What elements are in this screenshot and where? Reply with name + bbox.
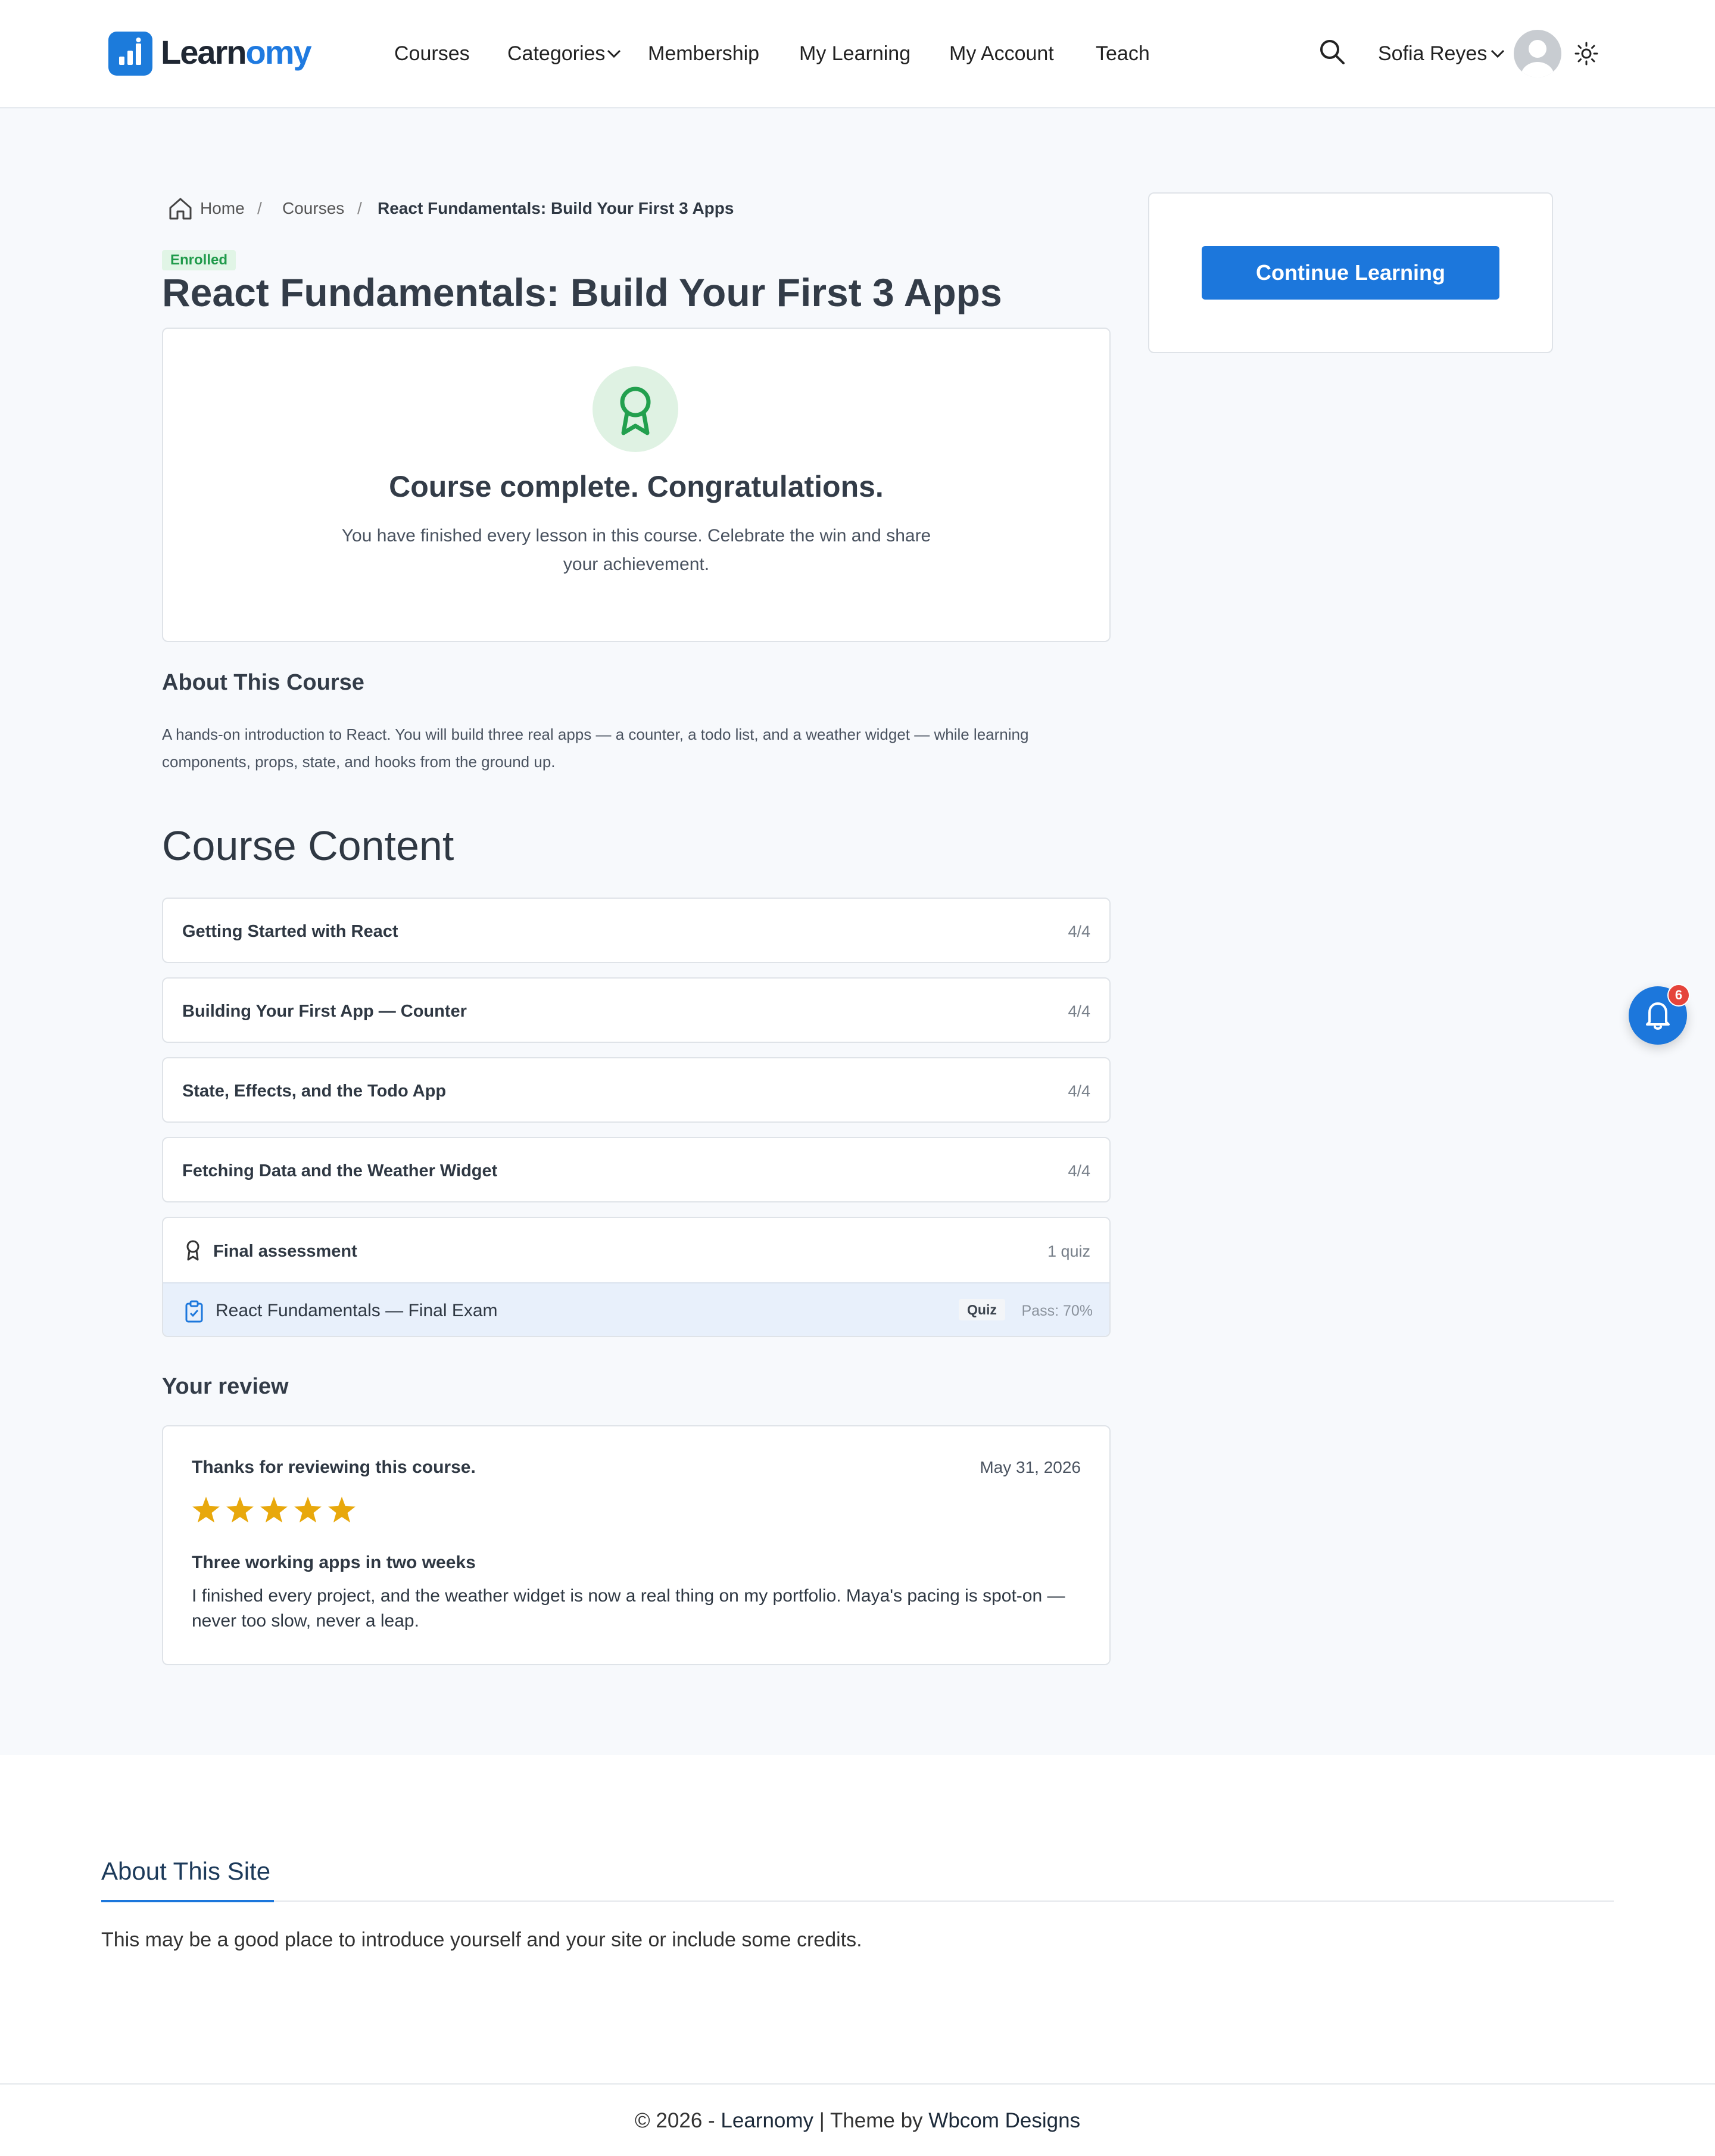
review-title: Three working apps in two weeks (192, 1553, 476, 1572)
footer-theme-link[interactable]: Wbcom Designs (928, 2109, 1080, 2132)
quiz-type-badge: Quiz (959, 1299, 1005, 1320)
medal-icon (593, 366, 678, 452)
star-rating (192, 1496, 370, 1531)
award-icon (183, 1238, 202, 1262)
star-icon (328, 1497, 356, 1523)
review-date: May 31, 2026 (980, 1458, 1081, 1476)
quiz-lesson-title: React Fundamentals — Final Exam (216, 1301, 498, 1320)
continue-learning-button[interactable]: Continue Learning (1202, 246, 1499, 300)
breadcrumb-home[interactable]: Home (200, 198, 245, 219)
star-icon (260, 1497, 288, 1523)
breadcrumb-courses[interactable]: Courses (282, 198, 344, 219)
section-row[interactable]: Fetching Data and the Weather Widget 4/4 (162, 1137, 1111, 1202)
section-progress: 4/4 (1068, 1082, 1090, 1100)
completion-description: You have finished every lesson in this c… (341, 526, 931, 574)
star-icon (226, 1497, 254, 1523)
final-assessment-count: 1 quiz (1047, 1242, 1090, 1260)
nav-my-account[interactable]: My Account (949, 40, 1054, 67)
star-icon (294, 1497, 322, 1523)
about-course-heading: About This Course (162, 670, 364, 695)
quiz-pass-threshold: Pass: 70% (1021, 1303, 1093, 1319)
review-body: I finished every project, and the weathe… (192, 1586, 1065, 1631)
copyright-prefix: © 2026 - (634, 2109, 721, 2132)
page-title: React Fundamentals: Build Your First 3 A… (162, 270, 1002, 314)
section-progress: 4/4 (1068, 1162, 1090, 1180)
completion-title: Course complete. Congratulations. (389, 470, 884, 503)
footer-about-heading: About This Site (101, 1857, 271, 1885)
copyright-separator: | Theme by (813, 2109, 929, 2132)
section-row[interactable]: Building Your First App — Counter 4/4 (162, 977, 1111, 1043)
about-course-text: A hands-on introduction to React. You wi… (162, 725, 1029, 771)
section-title: Getting Started with React (182, 922, 398, 941)
footer-heading-underline (101, 1900, 274, 1902)
section-progress: 4/4 (1068, 1002, 1090, 1020)
section-title: Fetching Data and the Weather Widget (182, 1161, 498, 1180)
your-review-heading: Your review (162, 1374, 289, 1399)
footer-divider (274, 1900, 1614, 1902)
home-icon[interactable] (168, 196, 193, 221)
nav-my-learning[interactable]: My Learning (799, 40, 910, 67)
logo-icon[interactable] (108, 32, 152, 76)
chevron-down-icon (606, 48, 622, 60)
section-progress: 4/4 (1068, 923, 1090, 940)
sun-icon[interactable] (1574, 42, 1598, 66)
course-content-heading: Course Content (162, 822, 454, 869)
logo-text-learn: Learn (161, 33, 247, 71)
nav-courses[interactable]: Courses (394, 40, 470, 67)
section-title: Building Your First App — Counter (182, 1002, 467, 1021)
site-header: Learnomy Courses Categories Membership M… (0, 0, 1715, 108)
clipboard-check-icon (185, 1300, 204, 1323)
copyright: © 2026 - Learnomy | Theme by Wbcom Desig… (0, 2107, 1715, 2135)
review-thanks-text: Thanks for reviewing this course. (192, 1457, 476, 1477)
star-icon (192, 1497, 220, 1523)
logo-text[interactable]: Learnomy (161, 30, 312, 75)
breadcrumb-separator: / (257, 199, 262, 217)
section-row[interactable]: Getting Started with React 4/4 (162, 898, 1111, 963)
section-title: State, Effects, and the Todo App (182, 1082, 447, 1101)
logo-text-omy: omy (245, 33, 312, 71)
avatar[interactable] (1514, 30, 1561, 77)
nav-membership[interactable]: Membership (648, 40, 759, 67)
nav-categories[interactable]: Categories (507, 40, 605, 67)
breadcrumb-separator: / (357, 199, 362, 217)
search-icon[interactable] (1318, 38, 1346, 66)
user-menu-chevron-icon[interactable] (1490, 48, 1505, 60)
user-menu-name[interactable]: Sofia Reyes (1378, 40, 1487, 67)
breadcrumb-current: React Fundamentals: Build Your First 3 A… (378, 199, 734, 217)
quiz-lesson-row[interactable]: React Fundamentals — Final Exam Quiz Pas… (163, 1282, 1109, 1336)
footer-site-link[interactable]: Learnomy (721, 2109, 813, 2132)
review-card: Thanks for reviewing this course. May 31… (162, 1425, 1111, 1665)
status-badge: Enrolled (162, 250, 236, 270)
notification-count-badge: 6 (1667, 984, 1690, 1007)
final-assessment-title: Final assessment (213, 1242, 357, 1261)
final-assessment-card: Final assessment 1 quiz React Fundamenta… (162, 1217, 1111, 1337)
section-row[interactable]: State, Effects, and the Todo App 4/4 (162, 1057, 1111, 1123)
nav-teach[interactable]: Teach (1096, 40, 1150, 67)
nav-categories-label: Categories (507, 42, 606, 65)
footer-about-text: This may be a good place to introduce yo… (101, 1928, 862, 1951)
footer-bottom-divider (0, 2083, 1715, 2085)
